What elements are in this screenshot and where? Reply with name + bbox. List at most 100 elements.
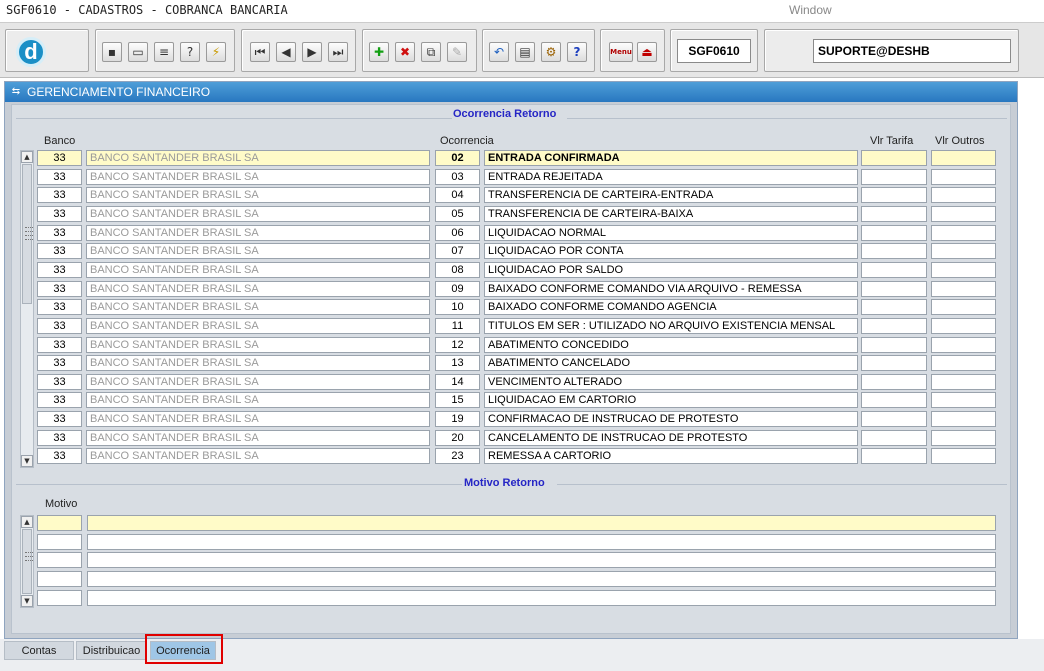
motivo-code-cell[interactable] bbox=[37, 515, 82, 531]
last-record-icon[interactable]: ⏭ bbox=[328, 42, 348, 62]
vlr-outros-cell[interactable] bbox=[931, 392, 996, 408]
vlr-tarifa-cell[interactable] bbox=[861, 430, 927, 446]
save-icon[interactable]: ▪ bbox=[102, 42, 122, 62]
paste-icon[interactable]: ▤ bbox=[515, 42, 535, 62]
banco-name-cell[interactable]: BANCO SANTANDER BRASIL SA bbox=[86, 262, 430, 278]
exit-icon[interactable]: ⏏ bbox=[637, 42, 657, 62]
ocorrencia-desc-cell[interactable]: CANCELAMENTO DE INSTRUCAO DE PROTESTO bbox=[484, 430, 858, 446]
vlr-outros-cell[interactable] bbox=[931, 225, 996, 241]
vlr-tarifa-cell[interactable] bbox=[861, 281, 927, 297]
ocorrencia-desc-cell[interactable]: VENCIMENTO ALTERADO bbox=[484, 374, 858, 390]
vlr-outros-cell[interactable] bbox=[931, 299, 996, 315]
scroll-down-arrow-icon[interactable]: ▼ bbox=[21, 595, 33, 607]
vlr-outros-cell[interactable] bbox=[931, 150, 996, 166]
print-icon[interactable]: ≡ bbox=[154, 42, 174, 62]
ocorrencia-code-cell[interactable]: 20 bbox=[435, 430, 480, 446]
vlr-tarifa-cell[interactable] bbox=[861, 374, 927, 390]
ocorrencia-code-cell[interactable]: 05 bbox=[435, 206, 480, 222]
banco-code-cell[interactable]: 33 bbox=[37, 392, 82, 408]
vlr-tarifa-cell[interactable] bbox=[861, 150, 927, 166]
ocorrencia-desc-cell[interactable]: LIQUIDACAO POR CONTA bbox=[484, 243, 858, 259]
banco-code-cell[interactable]: 33 bbox=[37, 169, 82, 185]
vlr-outros-cell[interactable] bbox=[931, 262, 996, 278]
vlr-outros-cell[interactable] bbox=[931, 187, 996, 203]
motivo-desc-cell[interactable] bbox=[87, 590, 996, 606]
menu-icon[interactable]: Menu bbox=[609, 42, 633, 62]
ocorrencia-code-cell[interactable]: 10 bbox=[435, 299, 480, 315]
banco-name-cell[interactable]: BANCO SANTANDER BRASIL SA bbox=[86, 299, 430, 315]
motivo-scrollbar[interactable]: ▲ ▼ bbox=[20, 515, 34, 608]
ocorrencia-code-cell[interactable]: 06 bbox=[435, 225, 480, 241]
vlr-tarifa-cell[interactable] bbox=[861, 299, 927, 315]
clear-record-icon[interactable]: ✎ bbox=[447, 42, 467, 62]
ocorrencia-code-cell[interactable]: 09 bbox=[435, 281, 480, 297]
banco-name-cell[interactable]: BANCO SANTANDER BRASIL SA bbox=[86, 337, 430, 353]
banco-name-cell[interactable]: BANCO SANTANDER BRASIL SA bbox=[86, 281, 430, 297]
scroll-thumb[interactable] bbox=[22, 164, 33, 304]
execute-query-icon[interactable]: ⚡ bbox=[206, 42, 226, 62]
banco-name-cell[interactable]: BANCO SANTANDER BRASIL SA bbox=[86, 187, 430, 203]
ocorrencia-desc-cell[interactable]: TRANSFERENCIA DE CARTEIRA-ENTRADA bbox=[484, 187, 858, 203]
vlr-outros-cell[interactable] bbox=[931, 169, 996, 185]
ocorrencia-code-cell[interactable]: 07 bbox=[435, 243, 480, 259]
vlr-outros-cell[interactable] bbox=[931, 355, 996, 371]
window-menu[interactable]: Window bbox=[789, 3, 832, 17]
ocorrencia-code-cell[interactable]: 19 bbox=[435, 411, 480, 427]
query-help-icon[interactable]: ? bbox=[180, 42, 200, 62]
vlr-outros-cell[interactable] bbox=[931, 337, 996, 353]
vlr-outros-cell[interactable] bbox=[931, 243, 996, 259]
vlr-tarifa-cell[interactable] bbox=[861, 355, 927, 371]
vlr-tarifa-cell[interactable] bbox=[861, 243, 927, 259]
tab-contas[interactable]: Contas bbox=[4, 641, 74, 660]
banco-name-cell[interactable]: BANCO SANTANDER BRASIL SA bbox=[86, 318, 430, 334]
ocorrencia-desc-cell[interactable]: LIQUIDACAO EM CARTORIO bbox=[484, 392, 858, 408]
next-record-icon[interactable]: ▶ bbox=[302, 42, 322, 62]
banco-name-cell[interactable]: BANCO SANTANDER BRASIL SA bbox=[86, 150, 430, 166]
help-icon[interactable]: ? bbox=[567, 42, 587, 62]
vlr-outros-cell[interactable] bbox=[931, 448, 996, 464]
ocorrencia-code-cell[interactable]: 13 bbox=[435, 355, 480, 371]
vlr-outros-cell[interactable] bbox=[931, 411, 996, 427]
vlr-tarifa-cell[interactable] bbox=[861, 206, 927, 222]
ocorrencia-desc-cell[interactable]: LIQUIDACAO POR SALDO bbox=[484, 262, 858, 278]
motivo-desc-cell[interactable] bbox=[87, 534, 996, 550]
banco-code-cell[interactable]: 33 bbox=[37, 262, 82, 278]
print-preview-icon[interactable]: ▭ bbox=[128, 42, 148, 62]
ocorrencia-desc-cell[interactable]: ABATIMENTO CANCELADO bbox=[484, 355, 858, 371]
vlr-outros-cell[interactable] bbox=[931, 281, 996, 297]
ocorrencia-code-cell[interactable]: 15 bbox=[435, 392, 480, 408]
banco-code-cell[interactable]: 33 bbox=[37, 411, 82, 427]
vlr-tarifa-cell[interactable] bbox=[861, 411, 927, 427]
delete-record-icon[interactable]: ✖ bbox=[395, 42, 415, 62]
vlr-tarifa-cell[interactable] bbox=[861, 318, 927, 334]
banco-code-cell[interactable]: 33 bbox=[37, 374, 82, 390]
scroll-thumb[interactable] bbox=[22, 529, 33, 594]
ocorrencia-code-cell[interactable]: 11 bbox=[435, 318, 480, 334]
ocorrencia-desc-cell[interactable]: CONFIRMACAO DE INSTRUCAO DE PROTESTO bbox=[484, 411, 858, 427]
vlr-tarifa-cell[interactable] bbox=[861, 187, 927, 203]
ocorrencia-desc-cell[interactable]: BAIXADO CONFORME COMANDO VIA ARQUIVO - R… bbox=[484, 281, 858, 297]
ocorrencia-code-cell[interactable]: 02 bbox=[435, 150, 480, 166]
ocorrencia-code-cell[interactable]: 14 bbox=[435, 374, 480, 390]
banco-code-cell[interactable]: 33 bbox=[37, 243, 82, 259]
vlr-tarifa-cell[interactable] bbox=[861, 337, 927, 353]
banco-name-cell[interactable]: BANCO SANTANDER BRASIL SA bbox=[86, 225, 430, 241]
banco-code-cell[interactable]: 33 bbox=[37, 355, 82, 371]
banco-code-cell[interactable]: 33 bbox=[37, 318, 82, 334]
motivo-code-cell[interactable] bbox=[37, 552, 82, 568]
banco-code-cell[interactable]: 33 bbox=[37, 150, 82, 166]
motivo-code-cell[interactable] bbox=[37, 571, 82, 587]
ocorrencia-desc-cell[interactable]: TRANSFERENCIA DE CARTEIRA-BAIXA bbox=[484, 206, 858, 222]
motivo-desc-cell[interactable] bbox=[87, 515, 996, 531]
scroll-up-arrow-icon[interactable]: ▲ bbox=[21, 151, 33, 163]
vlr-tarifa-cell[interactable] bbox=[861, 262, 927, 278]
ocorrencia-desc-cell[interactable]: LIQUIDACAO NORMAL bbox=[484, 225, 858, 241]
ocorrencia-code-cell[interactable]: 04 bbox=[435, 187, 480, 203]
vlr-tarifa-cell[interactable] bbox=[861, 169, 927, 185]
banco-code-cell[interactable]: 33 bbox=[37, 281, 82, 297]
tools-icon[interactable]: ⚙ bbox=[541, 42, 561, 62]
tab-distribuicao[interactable]: Distribuicao bbox=[76, 641, 147, 660]
ocorrencia-desc-cell[interactable]: REMESSA A CARTORIO bbox=[484, 448, 858, 464]
previous-record-icon[interactable]: ◀ bbox=[276, 42, 296, 62]
banco-name-cell[interactable]: BANCO SANTANDER BRASIL SA bbox=[86, 206, 430, 222]
